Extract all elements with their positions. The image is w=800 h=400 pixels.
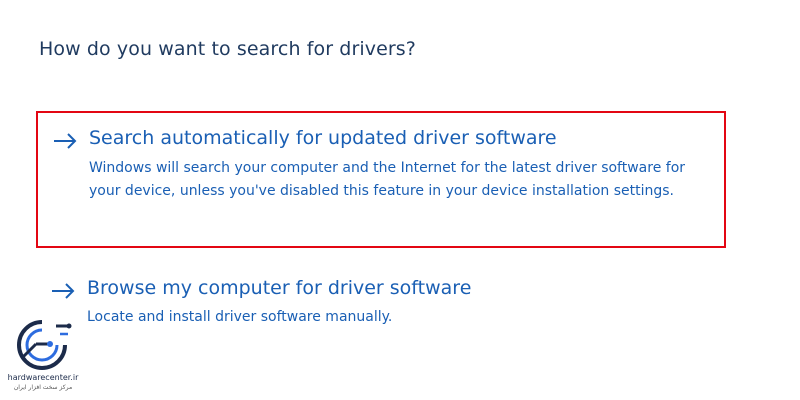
browse-computer-description: Locate and install driver software manua… <box>87 309 393 325</box>
search-automatically-option[interactable]: Search automatically for updated driver … <box>36 111 726 248</box>
search-automatically-description: Windows will search your computer and th… <box>89 160 686 199</box>
browse-computer-option[interactable]: Browse my computer for driver software L… <box>36 270 726 340</box>
browse-computer-title[interactable]: Browse my computer for driver software <box>87 277 471 299</box>
watermark-logo: hardwarecenter.ir مرکز سخت افزار ایران <box>6 316 80 400</box>
dialog-heading: How do you want to search for drivers? <box>39 38 416 60</box>
arrow-right-icon <box>54 133 77 149</box>
search-automatically-title[interactable]: Search automatically for updated driver … <box>89 127 557 149</box>
circuit-logo-icon <box>17 320 72 370</box>
watermark-name: hardwarecenter.ir <box>7 373 79 382</box>
arrow-right-icon <box>52 283 75 299</box>
watermark-tagline: مرکز سخت افزار ایران <box>13 384 73 391</box>
